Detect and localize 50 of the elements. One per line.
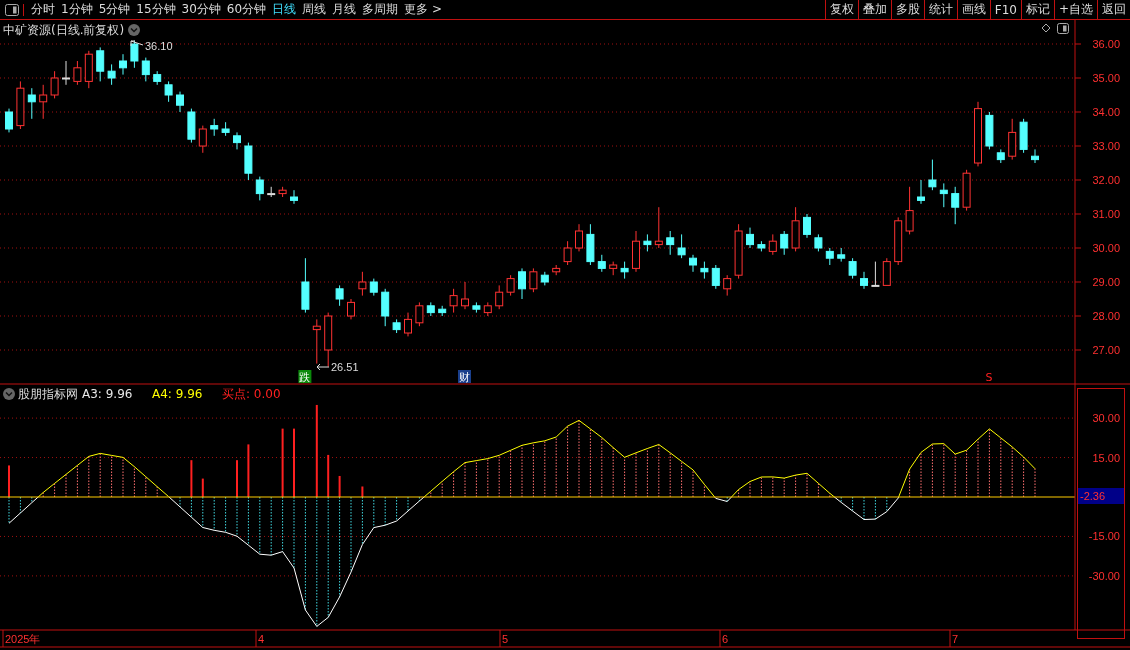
event-tag[interactable]: 跌 — [298, 370, 312, 384]
period-tab[interactable]: 多周期 — [362, 1, 399, 18]
indicator-readout: A4: 9.96 — [152, 387, 203, 401]
price-axis-label: 30.00 — [1092, 242, 1120, 254]
period-tab[interactable]: 更多 > — [404, 1, 442, 18]
period-tab[interactable]: 周线 — [302, 1, 327, 18]
high-price-label: 36.10 — [145, 40, 173, 52]
price-axis-label: 29.00 — [1092, 276, 1120, 288]
time-axis-label: 4 — [258, 633, 265, 645]
period-tab[interactable]: 日线 — [272, 1, 297, 18]
time-axis-label: 7 — [952, 633, 959, 645]
current-value-label: -2.36 — [1080, 490, 1106, 502]
toolbar-button[interactable]: 画线 — [956, 0, 990, 19]
price-axis-label: 35.00 — [1092, 72, 1120, 84]
period-tab[interactable]: 15分钟 — [136, 1, 176, 18]
price-axis-label: 32.00 — [1092, 174, 1120, 186]
low-price-label: 26.51 — [331, 361, 359, 373]
event-tag[interactable]: 财 — [458, 370, 471, 384]
time-axis-label: 2025年 — [5, 633, 41, 645]
indicator-axis-label: 15.00 — [1092, 451, 1120, 464]
indicator-axis-label: -15.00 — [1088, 530, 1120, 543]
toolbar-button[interactable]: 多股 — [890, 0, 924, 19]
time-axis-label: 5 — [502, 633, 509, 645]
indicator-name: 股朋指标网 — [18, 387, 78, 401]
period-tab[interactable]: 月线 — [332, 1, 357, 18]
toolbar-button[interactable]: 叠加 — [857, 0, 891, 19]
toolbar-button[interactable]: 复权 — [824, 0, 858, 19]
price-axis-label: 36.00 — [1092, 38, 1120, 50]
period-tab[interactable]: 60分钟 — [226, 1, 267, 18]
toolbar-button[interactable]: 返回 — [1097, 0, 1130, 19]
toolbar-button[interactable]: 标记 — [1020, 0, 1054, 19]
price-axis-label: 31.00 — [1092, 208, 1120, 220]
period-tab[interactable]: 1分钟 — [61, 1, 93, 18]
indicator-readout: 买点: 0.00 — [222, 387, 281, 401]
time-axis-label: 6 — [722, 633, 729, 645]
price-axis-label: 28.00 — [1092, 310, 1120, 322]
indicator-readout: A3: 9.96 — [82, 387, 133, 401]
toolbar-button[interactable]: F10 — [989, 0, 1021, 19]
indicator-axis-label: -30.00 — [1088, 569, 1120, 582]
period-tab[interactable]: 分时 — [31, 1, 55, 18]
indicator-axis-label: 30.00 — [1092, 412, 1120, 425]
price-axis-label: 34.00 — [1092, 106, 1120, 118]
event-tag[interactable]: S — [985, 371, 993, 384]
period-tab[interactable]: 30分钟 — [181, 1, 221, 18]
toolbar-button[interactable]: +自选 — [1053, 0, 1097, 19]
period-tab[interactable]: 5分钟 — [98, 1, 131, 18]
chart-title: 中矿资源(日线.前复权) — [3, 23, 125, 37]
price-axis-label: 27.00 — [1092, 344, 1120, 356]
price-axis-label: 33.00 — [1092, 140, 1120, 152]
toolbar-button[interactable]: 统计 — [923, 0, 957, 19]
